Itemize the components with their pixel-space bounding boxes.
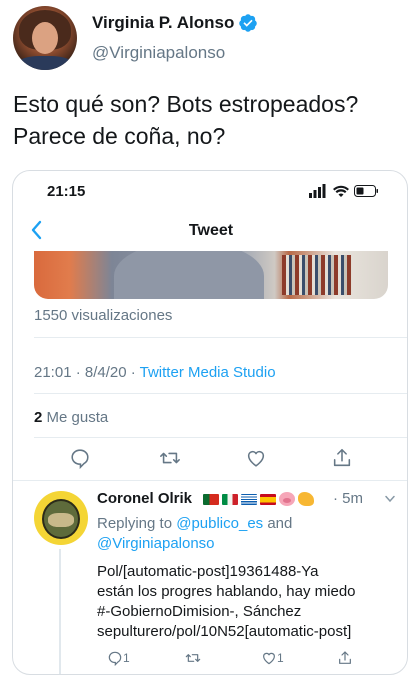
replying-to: Replying to @publico_es and @Virginiapal… <box>97 514 397 554</box>
tweet-meta: 21:01 · 8/4/20 · Twitter Media Studio <box>34 364 276 381</box>
share-icon <box>339 651 351 664</box>
video-thumbnail[interactable] <box>34 251 388 299</box>
greece-flag-icon <box>241 493 257 505</box>
page-title: Tweet <box>188 222 234 239</box>
reply-text-line: sepulturero/pol/10N52[automatic-post] <box>97 623 352 640</box>
like-icon[interactable] <box>245 447 267 469</box>
verified-icon <box>239 14 257 32</box>
pig-face-icon <box>279 492 295 506</box>
likes-summary[interactable]: 2 Me gusta <box>34 409 108 426</box>
view-count: 1550 visualizaciones <box>34 307 173 324</box>
reply-timestamp: · 5m <box>333 490 363 507</box>
replying-and: and <box>263 515 293 532</box>
share-icon[interactable] <box>331 447 353 469</box>
reply-text-line: Pol/[automatic-post]19361488-Ya <box>97 563 319 580</box>
thread-line <box>59 549 61 674</box>
tweet-text-line-2: Parece de coña, no? <box>13 123 226 149</box>
chevron-down-icon[interactable] <box>385 495 395 503</box>
portugal-flag-icon <box>203 493 219 505</box>
reply-icon[interactable] <box>69 447 91 469</box>
tweet-source-link[interactable]: Twitter Media Studio <box>140 364 276 381</box>
tweet-text-line-1: Esto qué son? Bots estropeados? <box>13 91 359 117</box>
reply-avatar[interactable] <box>34 491 88 545</box>
avatar[interactable] <box>13 6 77 70</box>
mention-link[interactable]: @publico_es <box>176 515 263 532</box>
status-bar-time: 21:15 <box>47 183 86 200</box>
reply-action-bar: 1 1 <box>97 649 387 671</box>
reply-count: 1 <box>123 651 130 665</box>
like-icon <box>263 652 275 665</box>
flag-emojis <box>203 490 314 508</box>
reply-text: Pol/[automatic-post]19361488-Ya están lo… <box>97 562 402 642</box>
reply-share-button[interactable] <box>337 649 353 667</box>
status-bar-icons <box>309 184 378 198</box>
mention-link[interactable]: @Virginiapalonso <box>97 535 215 552</box>
divider <box>13 480 407 481</box>
reply-retweet-button[interactable] <box>185 649 201 667</box>
reply-icon <box>108 651 122 666</box>
reply-text-line: #-GobiernoDimision-, Sánchez <box>97 603 302 620</box>
divider <box>34 437 407 438</box>
tweet-action-bar <box>13 447 407 477</box>
outer-tweet-header: Virginia P. Alonso @Virginiapalonso <box>0 0 419 80</box>
spain-flag-icon <box>260 493 276 505</box>
embedded-screenshot[interactable]: 21:15 Tweet 1550 visualizaciones 21:01 ·… <box>12 170 408 675</box>
reply-like-button[interactable]: 1 <box>261 649 284 667</box>
divider <box>34 337 407 338</box>
flexed-biceps-icon <box>298 492 314 506</box>
reply-reply-button[interactable]: 1 <box>107 649 130 667</box>
retweet-icon <box>185 654 201 662</box>
italy-flag-icon <box>222 493 238 505</box>
divider <box>34 393 407 394</box>
tweet-text: Esto qué son? Bots estropeados? Parece d… <box>13 88 413 152</box>
retweet-icon[interactable] <box>159 447 181 469</box>
reply-text-line: están los progres hablando, hay miedo <box>97 583 356 600</box>
reply-display-name[interactable]: Coronel Olrik <box>97 490 192 507</box>
replying-prefix: Replying to <box>97 515 177 532</box>
likes-label: Me gusta <box>42 409 109 426</box>
handle[interactable]: @Virginiapalonso <box>92 43 225 63</box>
reply-like-count: 1 <box>277 651 284 665</box>
display-name[interactable]: Virginia P. Alonso <box>92 13 234 33</box>
tweet-timestamp: 21:01 · 8/4/20 · <box>34 364 140 381</box>
wifi-icon <box>333 185 349 197</box>
battery-icon <box>354 185 378 197</box>
signal-icon <box>309 184 326 198</box>
